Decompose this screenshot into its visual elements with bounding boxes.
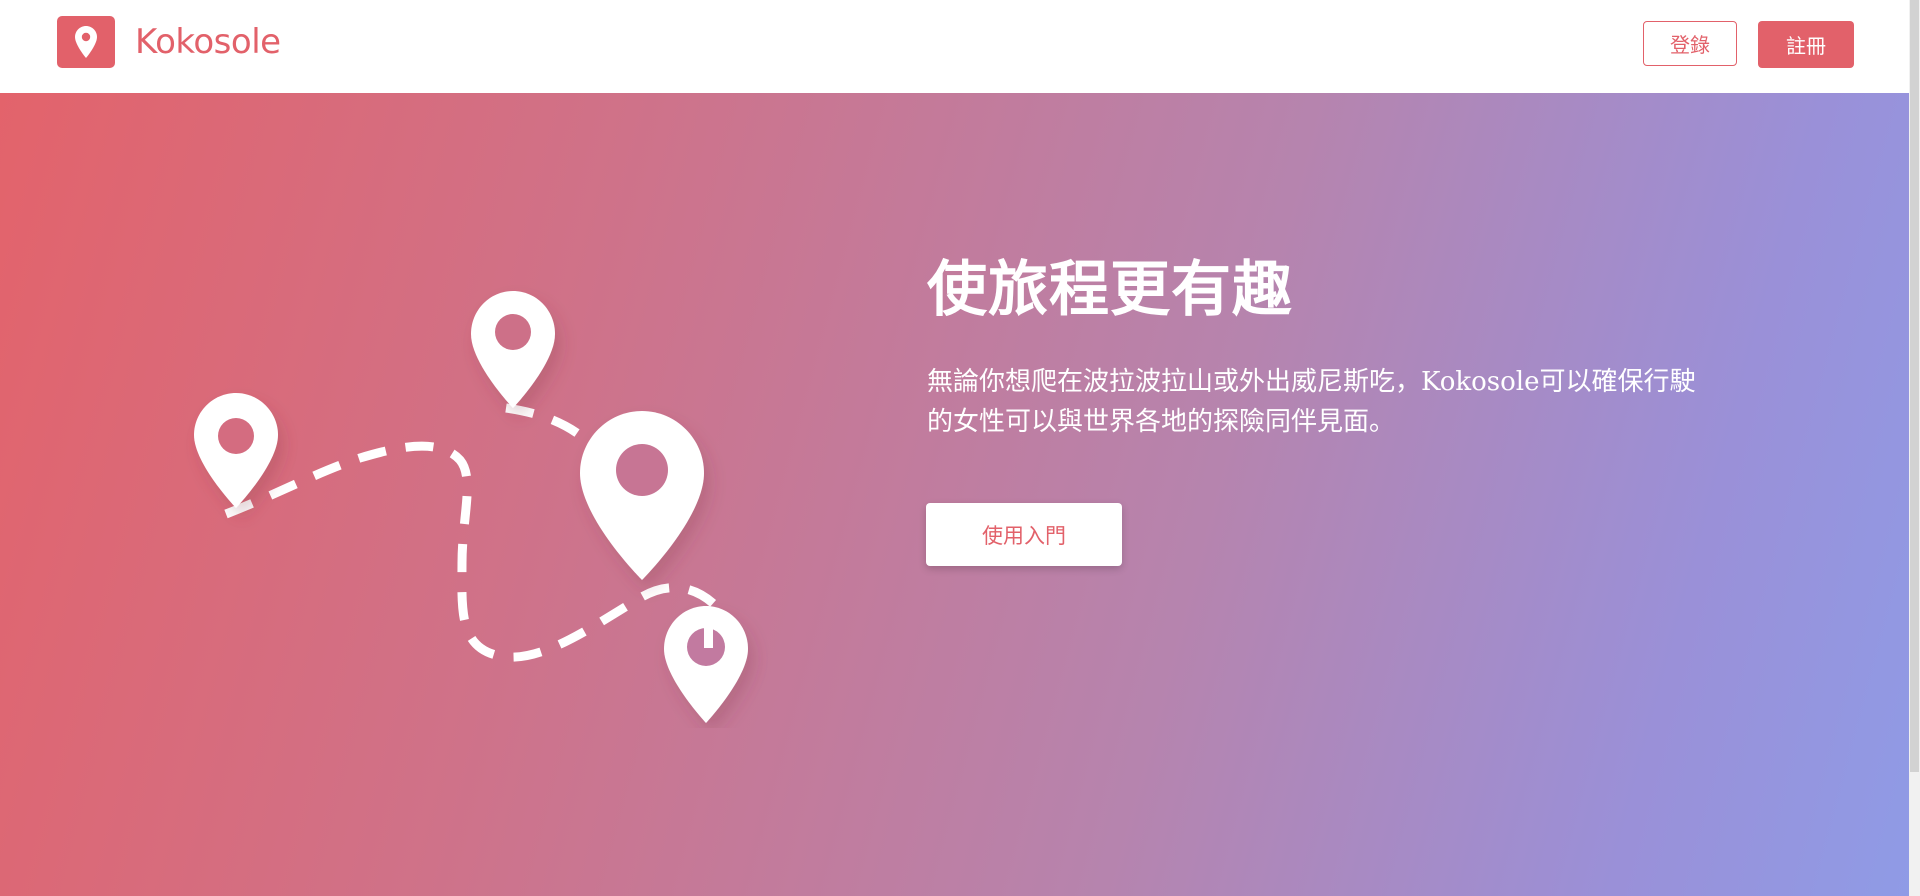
get-started-button[interactable]: 使用入門 (926, 503, 1122, 566)
page: Kokosole 登錄 註冊 使旅程更有趣 無論你想爬在波拉波拉山或外出威尼斯吃… (0, 0, 1920, 896)
page-scrollbar[interactable] (1909, 0, 1920, 896)
brand-name: Kokosole (135, 22, 281, 62)
hero-section: 使旅程更有趣 無論你想爬在波拉波拉山或外出威尼斯吃，Kokosole可以確保行駛… (0, 93, 1909, 896)
hero-title: 使旅程更有趣 (927, 255, 1293, 325)
map-route-pins-icon (194, 291, 750, 723)
brand-logo-link[interactable]: Kokosole (57, 16, 281, 68)
login-button[interactable]: 登錄 (1643, 21, 1737, 66)
navbar: Kokosole 登錄 註冊 (0, 0, 1909, 93)
hero-description: 無論你想爬在波拉波拉山或外出威尼斯吃，Kokosole可以確保行駛的女性可以與世… (927, 367, 1696, 437)
register-button[interactable]: 註冊 (1758, 21, 1854, 68)
map-pin-icon (57, 16, 115, 68)
scrollbar-thumb[interactable] (1910, 0, 1919, 772)
